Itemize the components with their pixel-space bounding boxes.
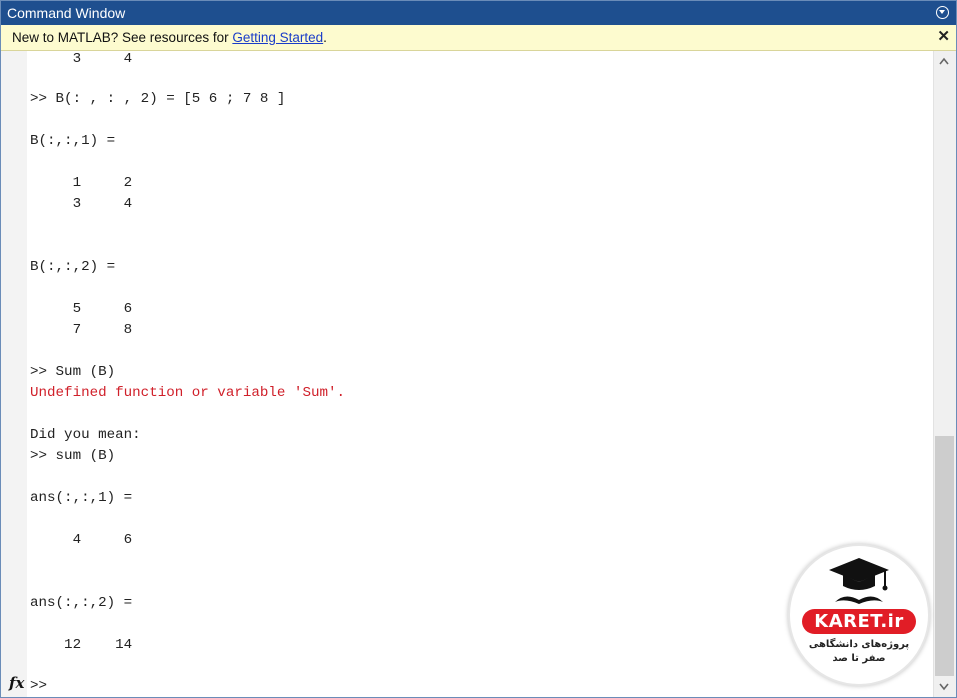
console-line: B(:,:,2) = (30, 259, 116, 275)
suggestion-command[interactable]: >> sum (B) (30, 448, 115, 464)
banner-text: New to MATLAB? See resources for (12, 30, 233, 45)
console-line: 4 6 (30, 532, 133, 548)
karet-watermark-logo: KARET.ir پروژه‌های دانشگاهی صفر تا صد (788, 544, 930, 686)
brand-tagline-2: صفر تا صد (832, 653, 886, 664)
command-window: Command Window New to MATLAB? See resour… (0, 0, 957, 698)
console-line: 12 14 (30, 637, 133, 653)
console-line: 1 2 (30, 175, 133, 191)
graduation-cap-mustache-icon (829, 558, 889, 604)
brand-badge: KARET.ir (802, 609, 916, 634)
console-line: 3 4 (30, 51, 133, 67)
console-line: 3 4 (30, 196, 133, 212)
window-title: Command Window (7, 5, 126, 21)
console-line: 5 6 (30, 301, 133, 317)
fx-function-icon[interactable]: fx (9, 674, 24, 692)
error-message: Undefined function or variable 'Sum'. (30, 385, 346, 401)
banner-message: New to MATLAB? See resources for Getting… (12, 30, 327, 45)
console-line: ans(:,:,1) = (30, 490, 133, 506)
console-line: Did you mean: (30, 427, 141, 443)
console-line: B(:,:,1) = (30, 133, 116, 149)
prompt-gutter (1, 51, 27, 697)
command-prompt[interactable]: >> (30, 678, 47, 694)
console-line: ans(:,:,2) = (30, 595, 133, 611)
getting-started-link[interactable]: Getting Started (232, 30, 323, 45)
title-bar: Command Window (1, 1, 956, 25)
brand-tagline: پروژه‌های دانشگاهی (808, 639, 910, 650)
banner-suffix: . (323, 30, 327, 45)
console-line: >> B(: , : , 2) = [5 6 ; 7 8 ] (30, 91, 286, 107)
close-icon[interactable]: ✕ (937, 27, 950, 45)
console-line: >> Sum (B) (30, 364, 116, 380)
scrollbar-thumb[interactable] (935, 436, 954, 676)
circle-chevron-down-icon[interactable] (936, 6, 949, 19)
scroll-up-icon[interactable] (939, 57, 949, 65)
scroll-down-icon[interactable] (939, 683, 949, 691)
info-banner: New to MATLAB? See resources for Getting… (1, 25, 956, 51)
console-line: 7 8 (30, 322, 133, 338)
vertical-scrollbar[interactable] (933, 51, 956, 697)
